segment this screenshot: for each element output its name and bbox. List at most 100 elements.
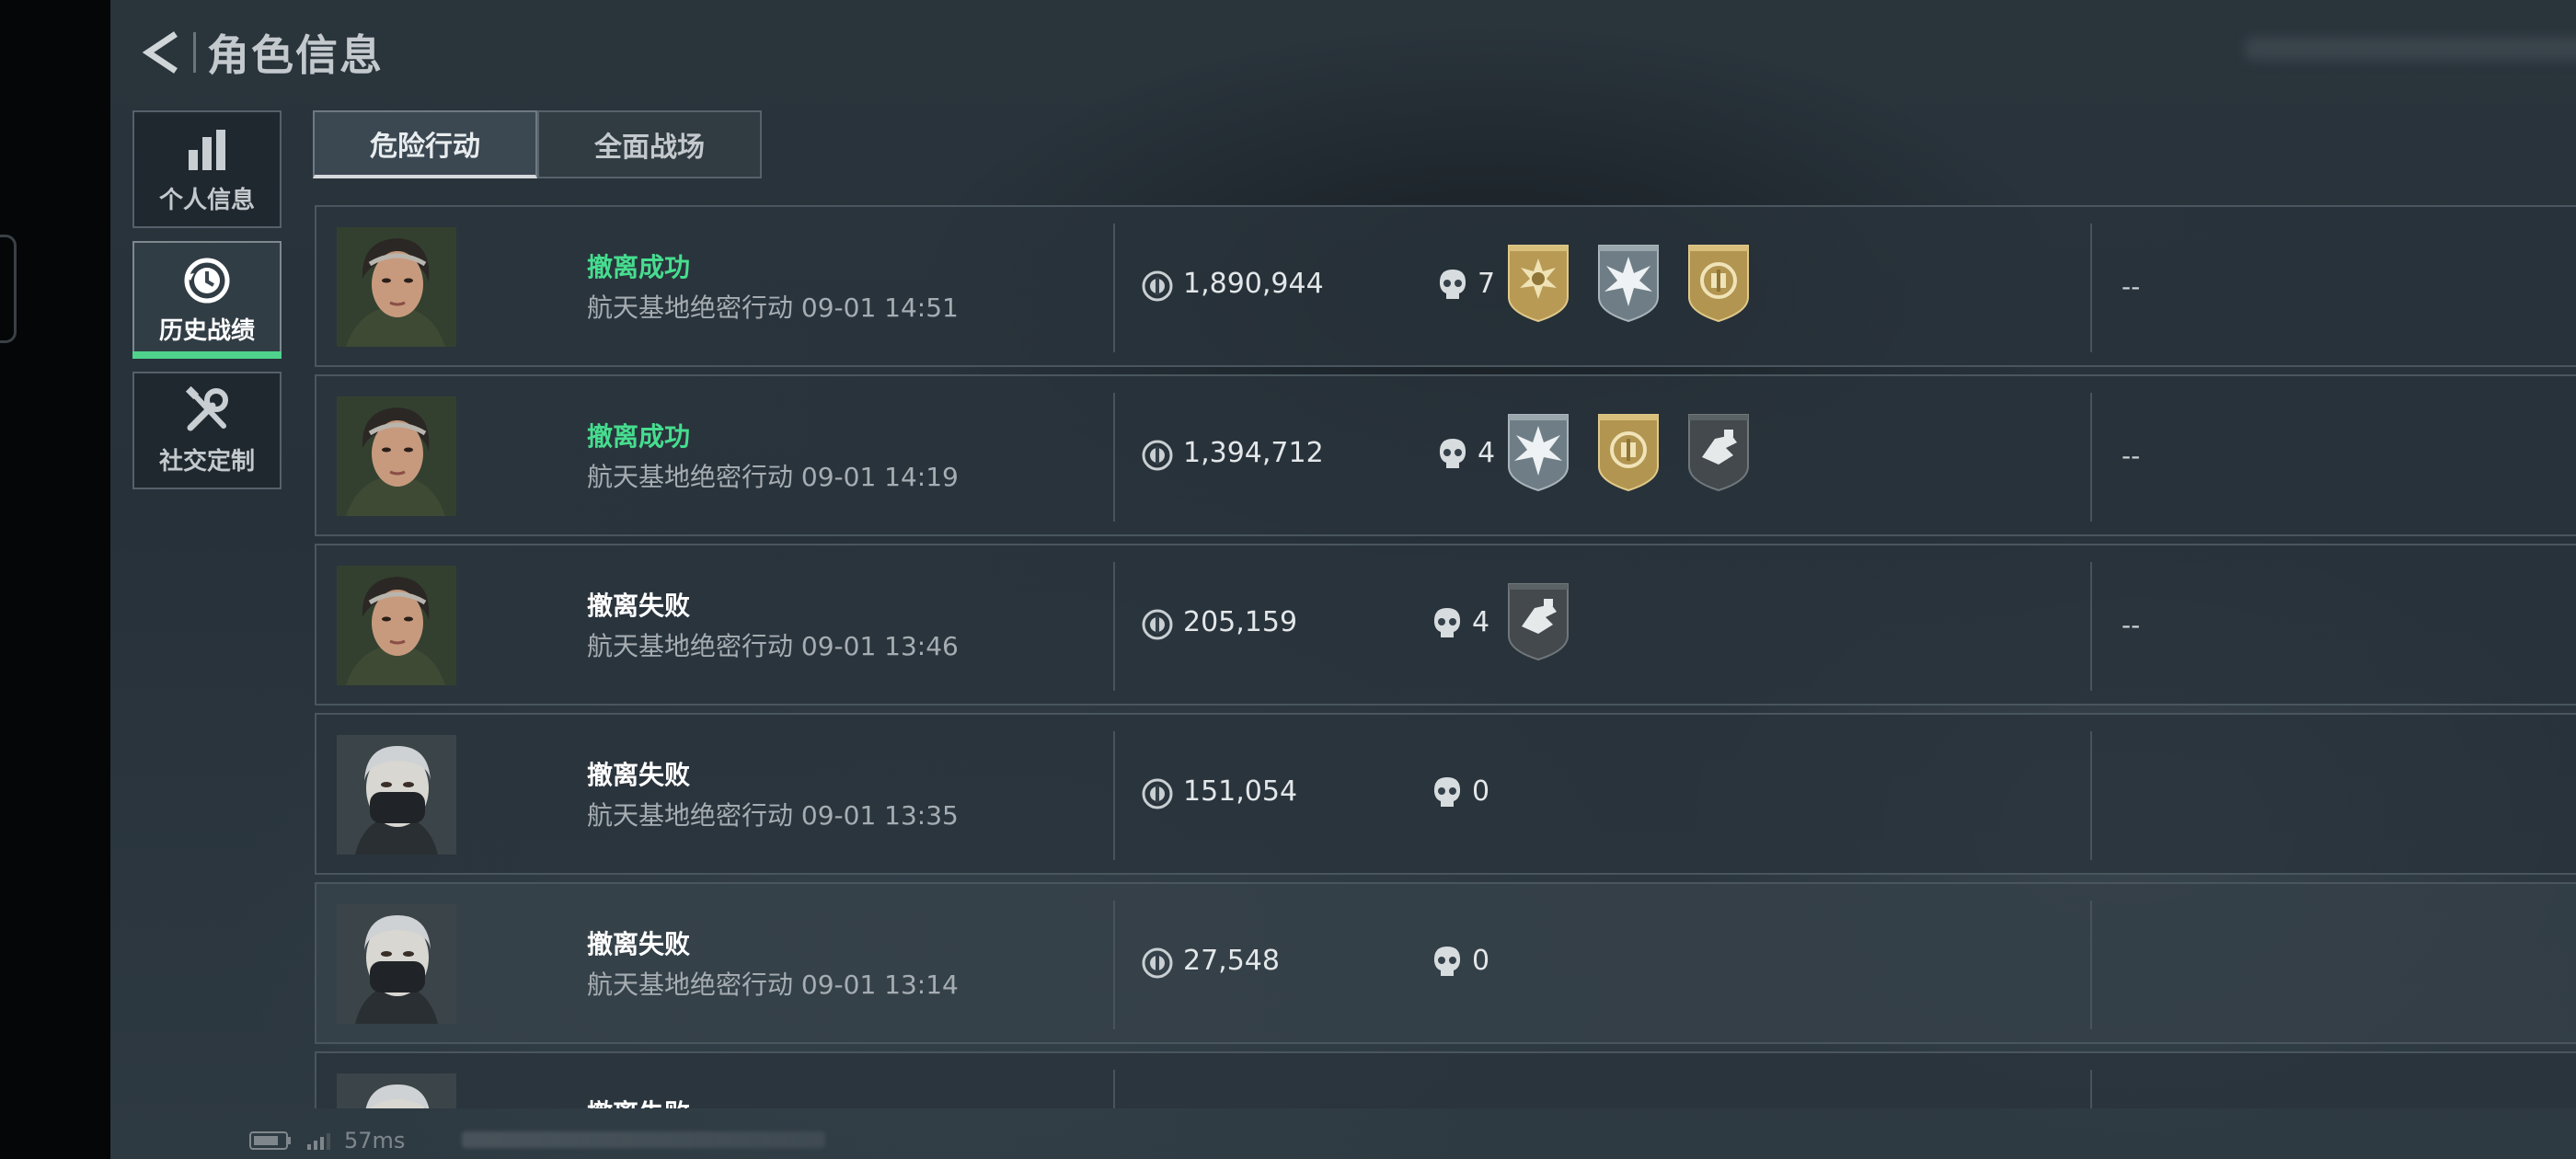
silver-star-medal-icon — [1508, 414, 1569, 492]
device-side-button — [0, 235, 17, 343]
column-divider — [2090, 731, 2092, 860]
side-nav: 个人信息 历史战绩 社交定制 — [132, 110, 282, 502]
column-divider — [2090, 901, 2092, 1029]
gold-emblem-medal-icon — [1598, 414, 1659, 492]
masked-operator-portrait — [337, 735, 456, 855]
match-row[interactable]: 撤离失败 — [315, 1051, 2576, 1108]
kill-count: 4 — [1478, 437, 1496, 469]
medal-badge[interactable] — [1593, 242, 1663, 323]
match-map-time: 航天基地绝密行动 09-01 13:35 — [587, 800, 959, 831]
game-ui: 角色信息 个人信息 历史战绩 社交定制 危险行动 全面战场 撤离成功 航天基地绝… — [110, 0, 2576, 1159]
match-map-time: 航天基地绝密行动 09-01 13:14 — [587, 970, 959, 1000]
match-rating: -- — [2122, 441, 2141, 471]
match-row[interactable]: 撤离失败 航天基地绝密行动 09-01 13:35 151,054 0 — [315, 713, 2576, 875]
gold-sun-medal-icon — [1503, 1107, 1573, 1108]
history-clock-icon — [184, 258, 230, 303]
gold-sun-medal-icon — [1508, 245, 1569, 323]
column-divider — [1113, 1070, 1115, 1108]
header: 角色信息 — [136, 20, 384, 85]
female-operator-portrait — [337, 396, 456, 516]
medal-badge[interactable] — [1503, 580, 1573, 661]
column-divider — [2090, 393, 2092, 522]
gold-emblem-medal-icon — [1688, 245, 1749, 323]
coin-icon — [1141, 270, 1174, 303]
column-divider — [2090, 224, 2092, 352]
medal-badge[interactable] — [1684, 411, 1754, 492]
blurred-player-info — [2245, 37, 2576, 61]
match-map-time: 航天基地绝密行动 09-01 13:46 — [587, 631, 959, 661]
tab-full-battlefield[interactable]: 全面战场 — [537, 110, 762, 178]
medal-badge[interactable] — [1503, 1107, 1573, 1108]
match-row[interactable]: 撤离失败 航天基地绝密行动 09-01 13:46 205,159 4 -- — [315, 544, 2576, 706]
match-row[interactable]: 撤离失败 航天基地绝密行动 09-01 13:14 27,548 0 — [315, 882, 2576, 1044]
coin-icon — [1141, 439, 1174, 472]
coin-icon — [1141, 777, 1174, 810]
medal-list — [1503, 580, 1573, 661]
nav-item-social[interactable]: 社交定制 — [132, 372, 282, 489]
dark-hand-medal-icon — [1688, 414, 1749, 492]
skull-icon — [1437, 268, 1468, 303]
match-result: 撤离成功 — [587, 252, 691, 282]
operator-portrait — [337, 227, 456, 347]
column-divider — [1113, 731, 1115, 860]
extraction-value: 205,159 — [1183, 606, 1298, 638]
medal-badge[interactable] — [1503, 242, 1573, 323]
match-result: 撤离失败 — [587, 1094, 690, 1108]
match-map-time: 航天基地绝密行动 09-01 14:19 — [587, 462, 959, 492]
battery-icon — [249, 1131, 291, 1150]
medal-badge[interactable] — [1684, 242, 1754, 323]
medal-badge[interactable] — [1593, 411, 1663, 492]
tab-danger-operation[interactable]: 危险行动 — [313, 110, 537, 178]
column-divider — [1113, 393, 1115, 522]
kill-count: 7 — [1478, 268, 1496, 300]
medal-badge[interactable] — [1503, 411, 1573, 492]
column-divider — [1113, 901, 1115, 1029]
operator-portrait — [337, 735, 456, 855]
extraction-value: 1,394,712 — [1183, 437, 1324, 469]
kill-count: 0 — [1472, 945, 1490, 977]
column-divider — [2090, 562, 2092, 691]
bar-chart-icon — [189, 129, 225, 170]
wrench-icon — [185, 385, 228, 430]
nav-item-profile[interactable]: 个人信息 — [132, 110, 282, 228]
kill-count: 0 — [1472, 775, 1490, 808]
masked-operator-portrait — [337, 904, 456, 1024]
extraction-value: 1,890,944 — [1183, 268, 1324, 300]
extraction-value: 151,054 — [1183, 775, 1298, 808]
nav-label: 个人信息 — [158, 186, 255, 214]
silver-star-medal-icon — [1593, 1107, 1663, 1108]
nav-label: 社交定制 — [158, 447, 255, 476]
match-row[interactable]: 撤离成功航天基地绝密行动 09-01 14:19 1,394,712 4 -- — [315, 374, 2576, 536]
operator-portrait — [337, 1073, 456, 1108]
coin-icon — [1141, 608, 1174, 641]
match-result: 撤离失败 — [587, 591, 691, 621]
skull-icon — [1437, 437, 1468, 472]
operator-portrait — [337, 566, 456, 685]
masked-operator-portrait — [337, 1073, 456, 1108]
match-history-list[interactable]: 撤离成功 航天基地绝密行动 09-01 14:51 1,890,944 7 -- 撤离成功… — [315, 205, 2576, 1108]
column-divider — [1113, 562, 1115, 691]
mode-tabs: 危险行动 全面战场 — [313, 110, 762, 178]
female-operator-portrait — [337, 227, 456, 347]
nav-item-history[interactable]: 历史战绩 — [132, 241, 282, 359]
blurred-uid-text — [462, 1131, 825, 1148]
match-row[interactable]: 撤离成功航天基地绝密行动 09-01 14:51 1,890,944 7 -- — [315, 205, 2576, 367]
medal-badge[interactable] — [1593, 1107, 1663, 1108]
skull-icon — [1432, 606, 1463, 641]
signal-icon — [307, 1133, 330, 1150]
skull-icon — [1432, 775, 1463, 810]
match-rating: -- — [2122, 610, 2141, 640]
match-rating: -- — [2122, 271, 2141, 302]
header-divider — [193, 32, 196, 73]
medal-list — [1503, 411, 1754, 492]
ping-text: 57ms — [344, 1128, 406, 1153]
page-title: 角色信息 — [207, 30, 384, 80]
column-divider — [1113, 224, 1115, 352]
match-result: 撤离失败 — [587, 929, 691, 959]
match-map-time: 航天基地绝密行动 09-01 14:51 — [587, 293, 959, 323]
medal-list — [1503, 1107, 1663, 1108]
back-button[interactable] — [136, 20, 188, 85]
device-bezel — [0, 0, 110, 1159]
medal-list — [1503, 242, 1754, 323]
match-result: 撤离成功 — [587, 421, 691, 452]
